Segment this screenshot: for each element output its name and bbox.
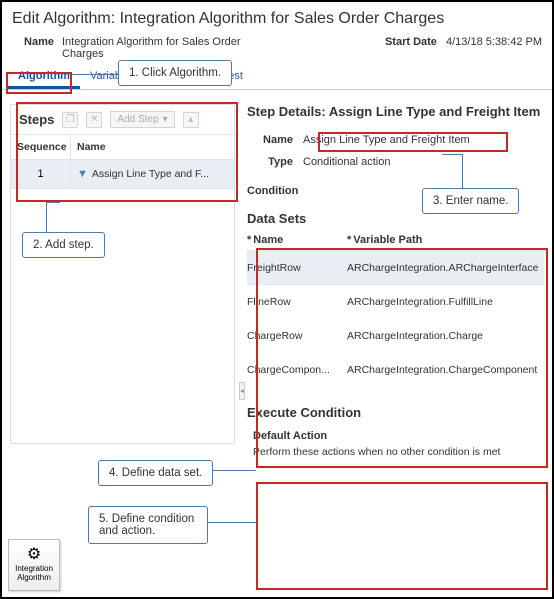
step-details-title: Step Details: Assign Line Type and Freig… <box>247 104 544 119</box>
add-step-button[interactable]: Add Step▾ <box>110 111 174 128</box>
ds-row[interactable]: ChargeCompon... ARChargeIntegration.Char… <box>247 353 544 387</box>
start-date-label: Start Date <box>385 36 437 48</box>
callout-1: 1. Click Algorithm. <box>118 60 232 86</box>
callout-4: 4. Define data set. <box>98 460 213 486</box>
ds-row[interactable]: ChargeRow ARChargeIntegration.Charge <box>247 319 544 353</box>
detail-type-label: Type <box>247 156 303 168</box>
ds-col-name: *Name <box>247 234 347 246</box>
col-sequence: Sequence <box>11 135 71 159</box>
detail-name-value[interactable]: Assign Line Type and Freight Item <box>303 134 470 146</box>
step-row[interactable]: 1 ▼ Assign Line Type and F... <box>11 160 234 189</box>
highlight-exec <box>256 482 548 590</box>
default-action-title: Default Action <box>247 430 544 442</box>
chevron-down-icon: ▾ <box>163 114 168 125</box>
step-sequence: 1 <box>11 160 71 188</box>
integration-label: Integration Algorithm <box>9 565 59 583</box>
page-title: Edit Algorithm: Integration Algorithm fo… <box>12 10 542 28</box>
steps-title: Steps <box>19 112 54 127</box>
splitter-handle[interactable]: ◂ <box>239 382 245 400</box>
start-date-value: 4/13/18 5:38:42 PM <box>446 36 542 48</box>
funnel-icon: ▼ <box>77 168 88 180</box>
execute-condition-title: Execute Condition <box>247 405 544 420</box>
tab-algorithm[interactable]: Algorithm <box>8 64 80 89</box>
col-name: Name <box>71 135 234 159</box>
move-up-icon[interactable]: ▴ <box>183 112 199 128</box>
name-label: Name <box>12 36 62 48</box>
callout-2: 2. Add step. <box>22 232 105 258</box>
ds-col-path: *Variable Path <box>347 234 544 246</box>
detail-type-value: Conditional action <box>303 156 390 168</box>
name-value: Integration Algorithm for Sales Order Ch… <box>62 36 242 60</box>
step-name: Assign Line Type and F... <box>92 168 209 180</box>
delete-icon[interactable]: ✕ <box>86 112 102 128</box>
callout-3: 3. Enter name. <box>422 188 519 214</box>
default-action-desc: Perform these actions when no other cond… <box>247 446 544 458</box>
integration-algorithm-button[interactable]: ⚙ Integration Algorithm <box>8 539 60 591</box>
gears-icon: ⚙ <box>27 547 41 563</box>
ds-row[interactable]: FlineRow ARChargeIntegration.FulfillLine <box>247 285 544 319</box>
callout-5: 5. Define condition and action. <box>88 506 208 544</box>
steps-panel: Steps ❐ ✕ Add Step▾ ▴ Sequence Name 1 ▼ … <box>10 104 235 444</box>
ds-row[interactable]: FreightRow ARChargeIntegration.ARChargeI… <box>247 251 544 285</box>
copy-icon[interactable]: ❐ <box>62 112 78 128</box>
detail-name-label: Name <box>247 134 303 146</box>
tab-bar: Algorithm Variables Functions Test <box>2 64 552 90</box>
